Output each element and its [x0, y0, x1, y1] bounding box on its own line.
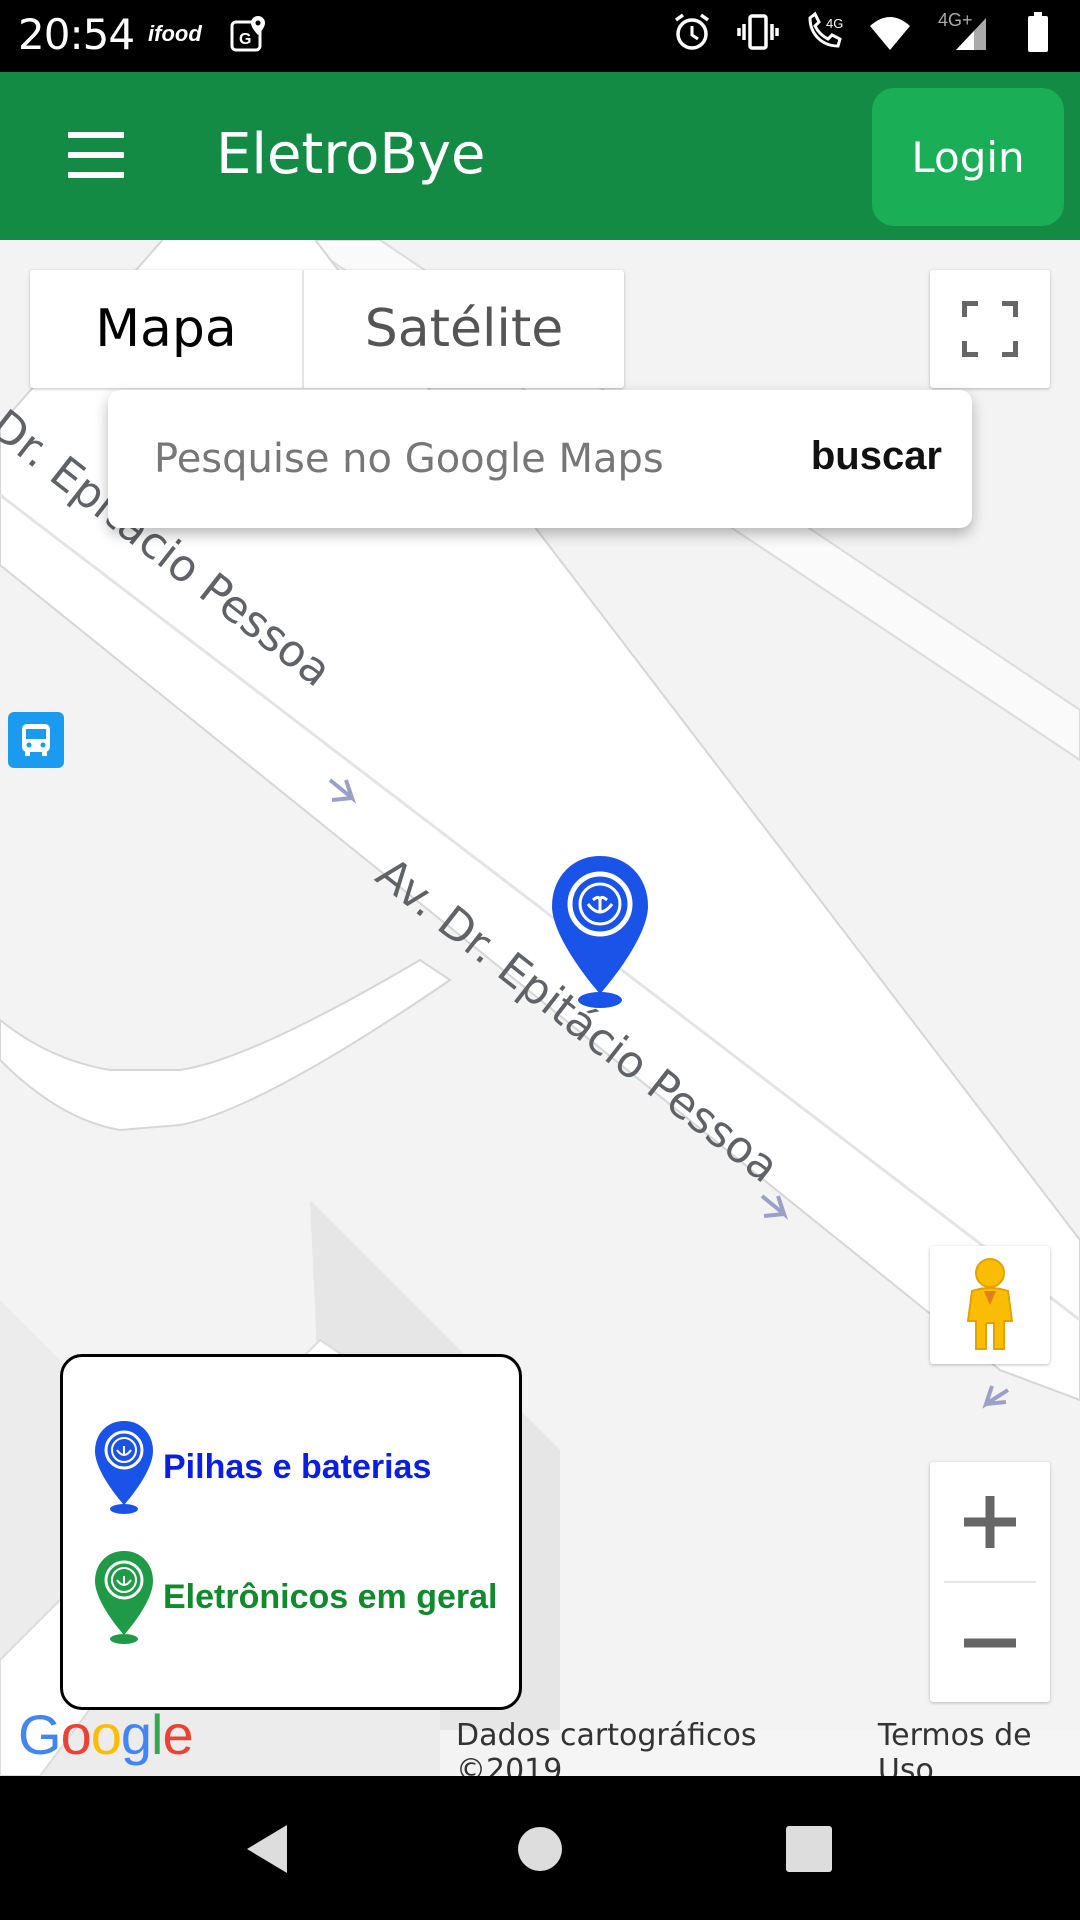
legend-label: Eletrônicos em geral [163, 1577, 498, 1616]
app-title: EletroBye [216, 122, 486, 187]
battery-icon [1016, 10, 1060, 54]
search-box: buscar [108, 390, 972, 528]
volte-call-icon: 4G [802, 10, 846, 54]
legend-item: Pilhas e baterias [93, 1419, 431, 1515]
zoom-out-button[interactable] [930, 1583, 1050, 1702]
map-data-attribution: Dados cartográficos ©2019 [456, 1718, 757, 1776]
plus-icon [964, 1495, 1016, 1548]
green-pin-icon [95, 1551, 153, 1644]
home-icon[interactable] [505, 1814, 575, 1884]
wifi-icon [868, 10, 912, 54]
google-logo: Google [18, 1703, 194, 1766]
map-type-map-button[interactable]: Mapa [30, 270, 304, 388]
navigation-bar [0, 1776, 1080, 1920]
legend-label: Pilhas e baterias [163, 1447, 432, 1486]
map-type-satellite-button[interactable]: Satélite [304, 270, 624, 388]
cell-signal-icon: 4G+ [934, 10, 994, 54]
bus-stop-icon[interactable] [8, 712, 64, 768]
map-legend: Pilhas e baterias Eletrônicos em geral [60, 1354, 522, 1710]
map-type-control: Mapa Satélite [30, 270, 624, 388]
zoom-in-button[interactable] [930, 1462, 1050, 1581]
svg-text:4G: 4G [826, 16, 843, 31]
fullscreen-button[interactable] [930, 270, 1050, 388]
map-canvas[interactable]: Dr. Epitácio Pessoa Av. Dr. Epitácio Pes… [0, 240, 1080, 1776]
login-button[interactable]: Login [872, 88, 1064, 226]
recents-icon[interactable] [774, 1814, 844, 1884]
blue-map-marker-icon[interactable] [550, 854, 650, 1008]
status-time: 20:54 [18, 10, 135, 59]
pegman-icon [966, 1258, 1014, 1350]
svg-text:G: G [239, 31, 251, 48]
zoom-control [930, 1462, 1050, 1702]
status-bar: 20:54 ifood G 4G 4G+ [0, 0, 1080, 72]
street-view-button[interactable] [930, 1246, 1050, 1364]
svg-text:4G+: 4G+ [938, 10, 973, 30]
alarm-icon [670, 10, 714, 54]
ifood-icon: ifood [148, 21, 202, 46]
maps-g-icon: G [226, 12, 270, 56]
fullscreen-icon [962, 301, 1018, 357]
map-attribution: Dados cartográficos ©2019 Termos de Uso [440, 1718, 1080, 1776]
blue-pin-icon [95, 1421, 153, 1514]
terms-of-use-link[interactable]: Termos de Uso [878, 1718, 1080, 1776]
menu-icon[interactable] [68, 132, 124, 178]
search-input[interactable] [152, 435, 776, 483]
search-button[interactable]: buscar [811, 434, 942, 479]
vibrate-icon [736, 10, 780, 54]
legend-item: Eletrônicos em geral [93, 1549, 497, 1645]
minus-icon [964, 1638, 1016, 1647]
back-icon[interactable] [232, 1814, 302, 1884]
app-bar: EletroBye Login [0, 72, 1080, 240]
